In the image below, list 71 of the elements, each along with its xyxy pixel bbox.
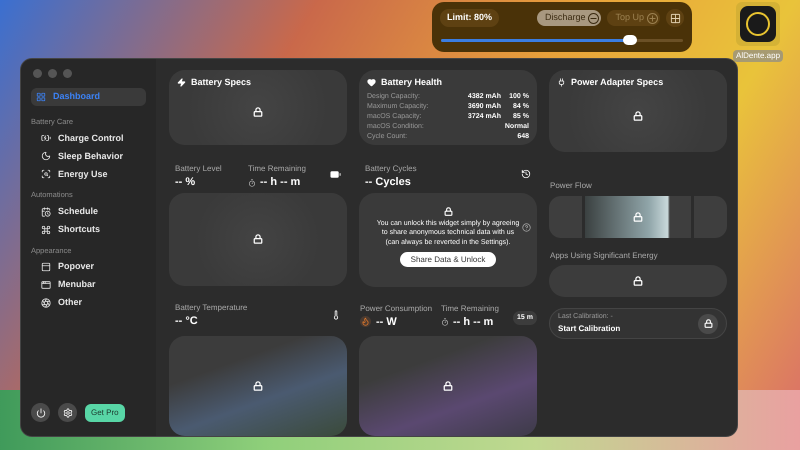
sidebar-item-icon	[41, 169, 51, 180]
widget-value: -- %	[175, 175, 196, 190]
plus-icon	[647, 12, 658, 24]
app-icon-label: AlDente.app	[732, 50, 784, 62]
widget-label: Battery Cycles	[365, 163, 417, 174]
help-icon[interactable]	[522, 222, 531, 232]
timer-icon	[441, 318, 449, 326]
lock-icon	[633, 276, 643, 286]
widget-label: Time Remaining	[441, 302, 499, 314]
widget-value: -- h -- m	[260, 175, 300, 190]
sidebar-item-icon	[36, 92, 46, 102]
sidebar-item-icon	[41, 151, 51, 162]
lock-icon	[253, 380, 263, 391]
lock-button[interactable]	[698, 314, 718, 334]
grid-icon	[670, 12, 680, 24]
sidebar-item-icon	[41, 280, 51, 290]
lock-icon	[253, 107, 263, 118]
sidebar-item[interactable]: Schedule	[31, 202, 146, 220]
widget-value: -- Cycles	[365, 175, 412, 190]
lock-icon	[633, 110, 643, 121]
sidebar-item-icon	[41, 298, 51, 308]
widget-title: Power Adapter Specs	[571, 76, 664, 89]
lock-icon	[253, 234, 263, 244]
heart-icon	[367, 78, 376, 88]
power-button[interactable]	[31, 403, 50, 422]
minus-icon	[588, 12, 600, 24]
sidebar-item[interactable]: Energy Use	[31, 165, 146, 184]
lock-icon	[443, 381, 453, 392]
sidebar-item-icon	[41, 133, 51, 144]
sidebar-item[interactable]: Sleep Behavior	[31, 147, 146, 166]
grid-button[interactable]	[666, 9, 684, 27]
thermometer-icon	[331, 310, 341, 320]
settings-button[interactable]	[58, 403, 77, 422]
app-icon[interactable]	[736, 2, 780, 46]
lock-icon	[633, 212, 643, 222]
sidebar-item[interactable]: Charge Control	[31, 129, 146, 148]
sidebar-item-icon	[41, 224, 51, 234]
history-icon	[521, 169, 531, 180]
sidebar-item[interactable]: Popover	[31, 258, 146, 276]
calibration-action: Start Calibration	[558, 322, 620, 335]
widget-label: Battery Temperature	[175, 302, 248, 314]
plug-icon	[557, 78, 566, 88]
limit-slider[interactable]	[441, 35, 683, 45]
sidebar-item-icon	[41, 206, 51, 216]
widget-value: -- h -- m	[453, 314, 494, 330]
limit-label: Limit: 80%	[440, 9, 500, 27]
sidebar-item[interactable]: Other	[31, 294, 146, 312]
widget-title: Battery Specs	[191, 76, 252, 89]
sidebar-item[interactable]: Menubar	[31, 276, 146, 294]
sidebar-item[interactable]: Shortcuts	[31, 220, 146, 238]
sidebar-item-icon	[41, 262, 51, 272]
widget-title: Battery Health	[381, 76, 442, 89]
share-data-button[interactable]: Share Data & Unlock	[400, 252, 496, 268]
get-pro-button[interactable]: Get Pro	[85, 404, 125, 422]
lock-icon	[704, 319, 712, 328]
widget-label: Power Consumption	[360, 302, 434, 314]
discharge-button[interactable]: Discharge	[536, 10, 602, 26]
widget-label: Apps Using Significant Energy	[550, 250, 659, 261]
lock-icon	[444, 206, 452, 216]
widget-label: Power Flow	[550, 180, 593, 191]
widget-label: Battery Level	[175, 163, 223, 174]
widget-label: Time Remaining	[248, 163, 306, 174]
settings-icon	[62, 408, 72, 418]
flame-icon	[360, 316, 371, 328]
bolt-icon	[177, 78, 186, 88]
widget-value: -- W	[376, 314, 397, 330]
timer-icon	[248, 178, 256, 187]
slider-thumb[interactable]	[622, 35, 637, 45]
power-icon	[36, 408, 46, 418]
widget-value: -- °C	[175, 314, 199, 330]
battery-icon	[330, 169, 341, 180]
